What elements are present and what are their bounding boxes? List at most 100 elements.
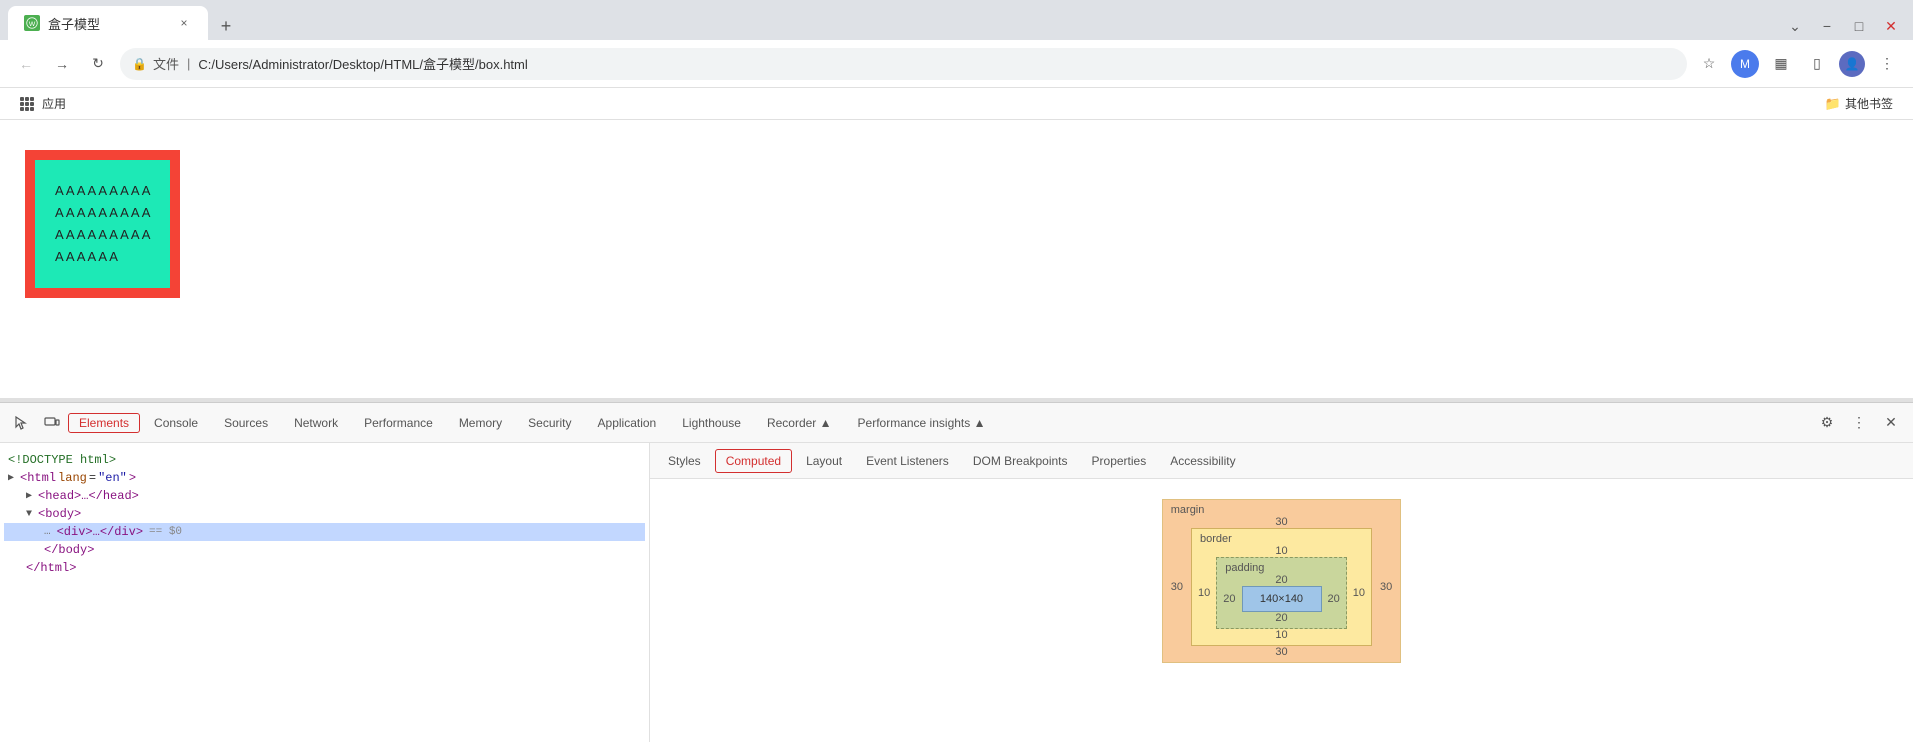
right-tab-layout[interactable]: Layout <box>796 450 852 472</box>
devtools-settings: ⚙ ⋮ ✕ <box>1813 409 1905 437</box>
padding-right-value: 20 <box>1322 593 1346 605</box>
svg-text:W: W <box>29 21 36 28</box>
apps-button[interactable]: 应用 <box>12 93 74 114</box>
equals: = <box>89 471 96 485</box>
apps-label: 应用 <box>42 95 66 112</box>
folder-icon: 📁 <box>1825 96 1841 112</box>
tab-memory[interactable]: Memory <box>447 405 514 441</box>
star-icon[interactable]: ☆ <box>1695 50 1723 78</box>
tab-lighthouse[interactable]: Lighthouse <box>670 405 753 441</box>
computed-panel: Styles Computed Layout Event Listeners D… <box>650 443 1913 742</box>
content-size: 140×140 <box>1260 593 1303 605</box>
lang-value: "en" <box>98 471 127 485</box>
forward-button[interactable]: → <box>48 50 76 78</box>
new-tab-button[interactable]: + <box>212 12 240 40</box>
head-line[interactable]: ▶ <head>…</head> <box>4 487 645 505</box>
tab-application[interactable]: Application <box>586 405 669 441</box>
html-tag-line[interactable]: ▶ <html lang = "en" > <box>4 469 645 487</box>
margin-top-value: 30 <box>1163 516 1401 528</box>
html-close-tag: </html> <box>26 561 76 575</box>
right-tab-event-listeners[interactable]: Event Listeners <box>856 450 959 472</box>
extensions-icon[interactable]: M <box>1731 50 1759 78</box>
address-path: C:/Users/Administrator/Desktop/HTML/盒子模型… <box>198 54 527 73</box>
apps-grid-icon <box>20 97 34 111</box>
minimize-icon[interactable]: − <box>1813 12 1841 40</box>
cursor-icon <box>14 415 30 431</box>
dom-marker: == $0 <box>149 526 182 538</box>
puzzle-icon[interactable]: ▦ <box>1767 50 1795 78</box>
tab-console[interactable]: Console <box>142 405 210 441</box>
div-line[interactable]: … <div>…</div> == $0 <box>4 523 645 541</box>
profile-icon[interactable]: 👤 <box>1839 51 1865 77</box>
browser-window: W 盒子模型 × + ⌄ − □ ✕ ← → ↻ 🔒 文件 | C:/Users… <box>0 0 1913 742</box>
margin-right-value: 30 <box>1372 581 1400 593</box>
html-close-bracket: > <box>129 471 136 485</box>
devtools-body: <!DOCTYPE html> ▶ <html lang = "en" > <box>0 443 1913 742</box>
maximize-icon[interactable]: □ <box>1845 12 1873 40</box>
demo-box[interactable]: A A A A A A A A A A A A A A A A A A A A … <box>25 150 180 298</box>
right-tab-dom-breakpoints[interactable]: DOM Breakpoints <box>963 450 1078 472</box>
menu-icon[interactable]: ⋮ <box>1873 50 1901 78</box>
reload-button[interactable]: ↻ <box>84 50 112 78</box>
inspect-element-icon[interactable] <box>8 409 36 437</box>
box-model-container: margin 30 30 border 10 <box>1162 499 1402 663</box>
demo-box-text: A A A A A A A A A A A A A A A A A A A A … <box>55 180 150 268</box>
right-tab-computed[interactable]: Computed <box>715 449 792 473</box>
devtools-settings-icon[interactable]: ⚙ <box>1813 409 1841 437</box>
box-model-diagram: margin 30 30 border 10 <box>650 479 1913 683</box>
html-close-line[interactable]: </html> <box>4 559 645 577</box>
margin-box[interactable]: margin 30 30 border 10 <box>1162 499 1402 663</box>
other-bookmarks[interactable]: 📁 其他书签 <box>1817 93 1901 114</box>
address-input[interactable]: 🔒 文件 | C:/Users/Administrator/Desktop/HT… <box>120 48 1687 80</box>
devtools-more-icon[interactable]: ⋮ <box>1845 409 1873 437</box>
tab-sources[interactable]: Sources <box>212 405 280 441</box>
address-bar: ← → ↻ 🔒 文件 | C:/Users/Administrator/Desk… <box>0 40 1913 88</box>
tab-favicon-icon: W <box>26 17 38 29</box>
tab-favicon: W <box>24 15 40 31</box>
right-tab-properties[interactable]: Properties <box>1082 450 1157 472</box>
body-close-line[interactable]: </body> <box>4 541 645 559</box>
padding-middle-row: 20 140×140 20 <box>1217 586 1346 612</box>
tab-bar: W 盒子模型 × + ⌄ − □ ✕ <box>0 0 1913 40</box>
border-bottom-value: 10 <box>1192 629 1371 645</box>
body-open-line[interactable]: ▼ <body> <box>4 505 645 523</box>
bookmarks-bar-right: 📁 其他书签 <box>1817 93 1901 114</box>
lang-attr: lang <box>58 471 87 485</box>
back-button[interactable]: ← <box>12 50 40 78</box>
head-tag: <head>…</head> <box>38 489 139 503</box>
border-top-value: 10 <box>1192 545 1371 557</box>
devtools-close-icon[interactable]: ✕ <box>1877 409 1905 437</box>
tab-list-icon[interactable]: ⌄ <box>1781 12 1809 40</box>
bookmarks-bar: 应用 📁 其他书签 <box>0 88 1913 120</box>
body-arrow: ▼ <box>26 509 32 520</box>
body-close-tag: </body> <box>44 543 94 557</box>
tab-performance-insights[interactable]: Performance insights ▲ <box>846 405 998 441</box>
tab-close-button[interactable]: × <box>176 15 192 31</box>
doctype-line[interactable]: <!DOCTYPE html> <box>4 451 645 469</box>
split-screen-icon[interactable]: ▯ <box>1803 50 1831 78</box>
padding-top-value: 20 <box>1217 574 1346 586</box>
padding-left-value: 20 <box>1217 593 1241 605</box>
tab-recorder[interactable]: Recorder ▲ <box>755 405 844 441</box>
right-tab-styles[interactable]: Styles <box>658 450 711 472</box>
border-left-value: 10 <box>1192 587 1216 599</box>
device-icon <box>44 415 60 431</box>
padding-box[interactable]: padding 20 20 140×140 <box>1216 557 1347 629</box>
margin-bottom-value: 30 <box>1163 646 1401 662</box>
device-toolbar-icon[interactable] <box>38 409 66 437</box>
border-box[interactable]: border 10 10 padding 20 <box>1191 528 1372 646</box>
address-separator: | <box>187 56 190 71</box>
right-tab-accessibility[interactable]: Accessibility <box>1160 450 1245 472</box>
close-window-icon[interactable]: ✕ <box>1877 12 1905 40</box>
tab-performance[interactable]: Performance <box>352 405 445 441</box>
tab-security[interactable]: Security <box>516 405 583 441</box>
tab-network[interactable]: Network <box>282 405 350 441</box>
page-viewport: A A A A A A A A A A A A A A A A A A A A … <box>0 120 1913 398</box>
browser-tab[interactable]: W 盒子模型 × <box>8 6 208 40</box>
tab-elements[interactable]: Elements <box>68 413 140 433</box>
border-label: border <box>1192 529 1371 545</box>
right-panel-tabs: Styles Computed Layout Event Listeners D… <box>650 443 1913 479</box>
border-right-value: 10 <box>1347 587 1371 599</box>
devtools-header: Elements Console Sources Network Perform… <box>0 403 1913 443</box>
border-middle-row: 10 padding 20 20 <box>1192 557 1371 629</box>
